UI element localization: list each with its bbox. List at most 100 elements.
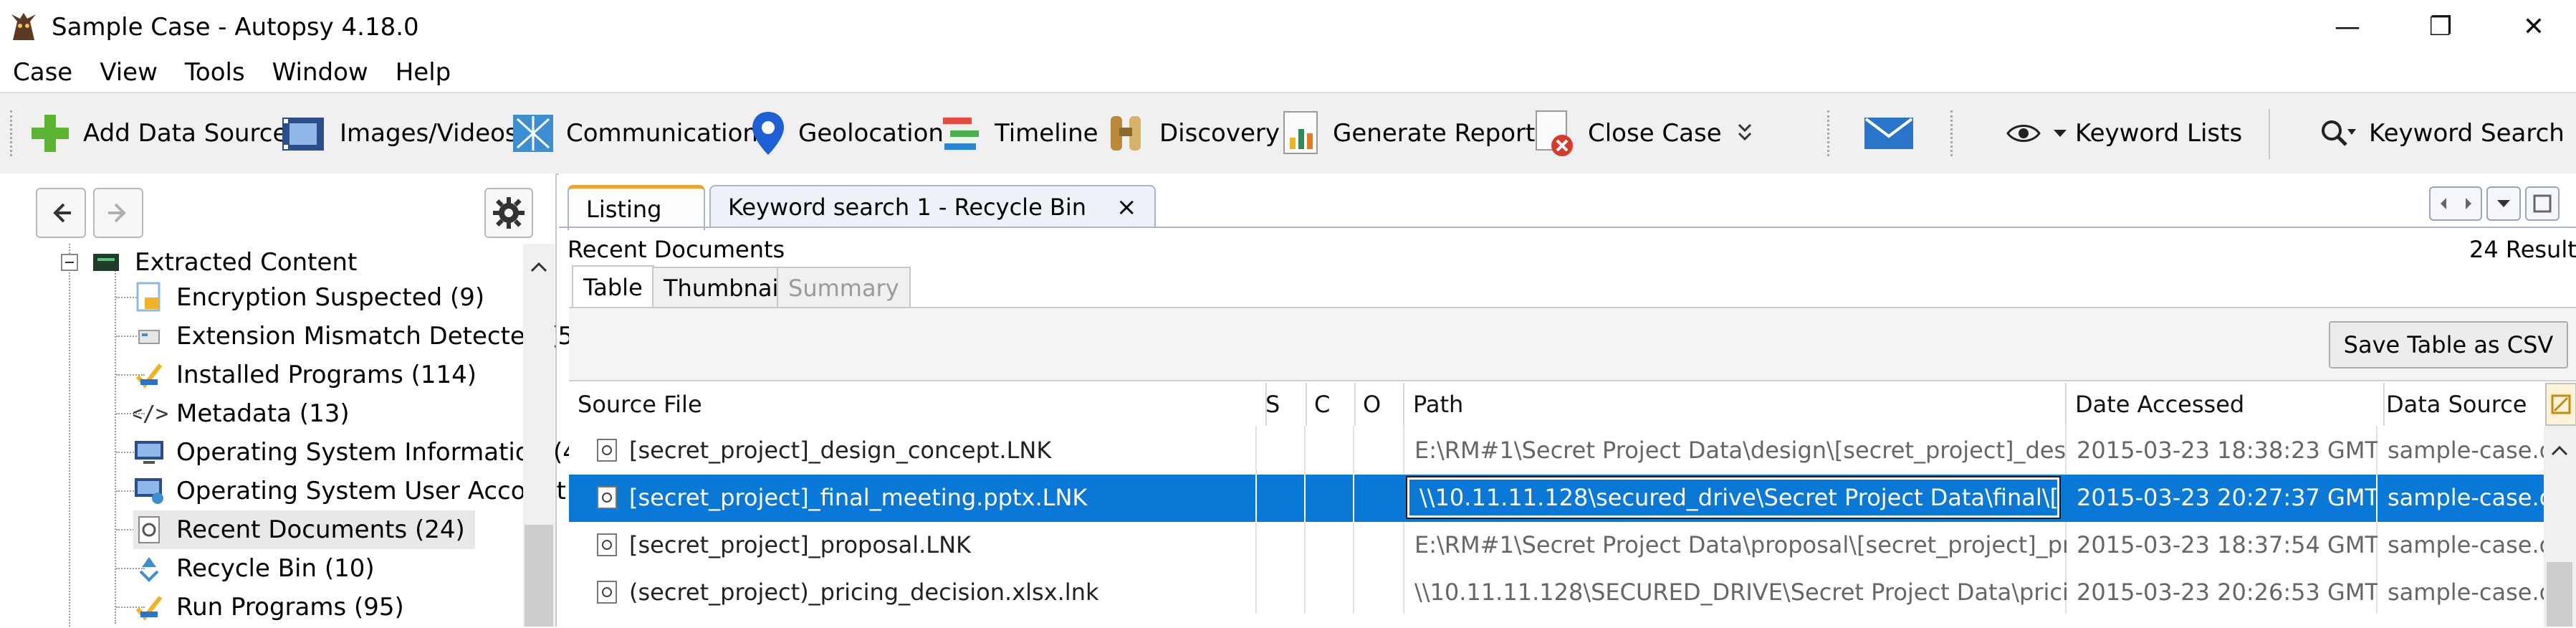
discovery-button[interactable]: Discovery [1103, 105, 1280, 162]
table-cell-source[interactable]: [secret_project]_proposal.LNK [586, 522, 1263, 568]
metadata-icon: </> [133, 401, 169, 427]
column-header-o[interactable]: O [1354, 383, 1404, 426]
table-cell-source[interactable]: (secret_project)_pricing_decision.xlsx.l… [586, 569, 1263, 615]
title-bar: Sample Case - Autopsy 4.18.0 — ❐ ✕ [0, 0, 2576, 53]
table-scrollbar[interactable] [2544, 426, 2576, 627]
table-cell-data-source[interactable]: sample-case.dd [2378, 427, 2548, 473]
menu-window[interactable]: Window [258, 54, 381, 91]
table-cell-date[interactable]: 2015-03-23 20:27:37 GMT [2067, 475, 2378, 520]
more-chevron-icon[interactable] [1735, 120, 1755, 146]
minimize-button[interactable]: — [2304, 0, 2390, 53]
main-toolbar: Add Data Source Images/Videos Communicat… [0, 92, 2576, 175]
table-cell-path[interactable]: \\10.11.11.128\SECURED_DRIVE\Secret Proj… [1404, 569, 2067, 615]
subtab-thumbnail[interactable]: Thumbnail [652, 267, 797, 308]
settings-button[interactable] [484, 188, 533, 238]
menu-case[interactable]: Case [0, 54, 85, 91]
tree-item-recycle-bin[interactable]: Recycle Bin (10) [133, 549, 375, 588]
tree-scrollbar[interactable] [523, 244, 555, 627]
column-header-data-source[interactable]: Data Source [2378, 383, 2542, 426]
window-title: Sample Case - Autopsy 4.18.0 [52, 13, 419, 42]
menu-view[interactable]: View [85, 54, 171, 91]
tab-list-dropdown[interactable] [2486, 186, 2521, 221]
table-cell-date[interactable]: 2015-03-23 18:37:54 GMT [2067, 522, 2378, 568]
close-tab-icon[interactable]: × [1116, 193, 1137, 222]
column-header-s[interactable]: S [1257, 383, 1307, 426]
result-count: 24 Results [2469, 236, 2576, 263]
geolocation-button[interactable]: Geolocation [748, 105, 944, 162]
add-data-source-label: Add Data Source [83, 119, 288, 148]
subtab-table[interactable]: Table [572, 265, 654, 308]
tree-item-label: Recent Documents (24) [176, 515, 465, 544]
table-cell-data-source[interactable]: sample-case.dd [2378, 522, 2548, 568]
add-data-source-button[interactable]: Add Data Source [27, 105, 287, 162]
selected-divider [1304, 475, 1306, 522]
column-chooser-button[interactable] [2545, 383, 2576, 426]
restore-button[interactable]: ❐ [2398, 0, 2484, 53]
save-table-csv-button[interactable]: Save Table as CSV [2329, 321, 2568, 368]
table-cell-path[interactable]: E:\RM#1\Secret Project Data\proposal\[se… [1404, 522, 2067, 568]
tree-item-os-information[interactable]: Operating System Information (4 [133, 433, 578, 472]
table-cell-data-source[interactable]: sample-case.dd [2378, 569, 2548, 615]
subtab-summary[interactable]: Summary [777, 267, 911, 308]
tree-item-os-user-account[interactable]: Operating System User Account [133, 472, 566, 510]
column-header-source-file[interactable]: Source File [569, 383, 1267, 426]
tree-item-label: Extension Mismatch Detected (5 [176, 322, 574, 351]
os-user-icon [133, 475, 165, 507]
table-cell-data-source[interactable]: sample-case.dd [2378, 475, 2548, 520]
tree-item-extracted-content[interactable]: Extracted Content [60, 247, 357, 278]
table-cell-source[interactable]: [secret_project]_design_concept.LNK [586, 427, 1263, 473]
images-videos-button[interactable]: Images/Videos [279, 105, 518, 162]
table-cell-path-focused[interactable]: \\10.11.11.128\secured_drive\Secret Proj… [1406, 476, 2061, 519]
table-scroll-thumb[interactable] [2547, 562, 2572, 627]
timeline-button[interactable]: Timeline [939, 105, 1098, 162]
keyword-search-button[interactable]: Keyword Search [2319, 105, 2565, 162]
os-info-icon [133, 437, 165, 468]
eye-icon [2006, 125, 2041, 142]
keyword-search-label: Keyword Search [2369, 119, 2565, 148]
generate-report-button[interactable]: Generate Report [1280, 105, 1535, 162]
back-button[interactable] [36, 188, 86, 238]
communications-button[interactable]: Communications [510, 105, 771, 162]
column-header-c[interactable]: C [1306, 383, 1356, 426]
close-case-button[interactable]: Close Case [1532, 105, 1755, 162]
menu-tools[interactable]: Tools [171, 54, 258, 91]
tab-keyword-search[interactable]: Keyword search 1 - Recycle Bin × [709, 185, 1156, 228]
table-cell-source[interactable]: [secret_project]_final_meeting.pptx.LNK [586, 475, 1263, 520]
tree-item-metadata[interactable]: </> Metadata (13) [133, 394, 350, 433]
table-cell-path[interactable]: E:\RM#1\Secret Project Data\design\[secr… [1404, 427, 2067, 473]
tree-item-run-programs[interactable]: Run Programs (95) [133, 588, 404, 627]
column-header-date-accessed[interactable]: Date Accessed [2067, 383, 2385, 426]
programs-icon [133, 359, 165, 391]
collapse-toggle-icon[interactable] [60, 253, 79, 272]
close-window-button[interactable]: ✕ [2491, 0, 2576, 53]
tab-scroll-controls[interactable] [2429, 186, 2482, 221]
keyword-lists-button[interactable]: Keyword Lists [2005, 105, 2242, 162]
tree-item-extension-mismatch[interactable]: Extension Mismatch Detected (5 [133, 317, 573, 356]
tree-item-encryption-suspected[interactable]: Encryption Suspected (9) [133, 278, 484, 317]
column-header-path[interactable]: Path [1404, 383, 2067, 426]
add-plus-icon [32, 115, 69, 152]
forward-button[interactable] [93, 188, 143, 238]
messages-button[interactable] [1862, 105, 1926, 162]
table-cell-date[interactable]: 2015-03-23 18:38:23 GMT [2067, 427, 2378, 473]
run-programs-icon [133, 591, 165, 623]
keyword-lists-label: Keyword Lists [2075, 119, 2243, 148]
source-file-name: [secret_project]_proposal.LNK [629, 531, 971, 558]
table-scroll-up-icon[interactable] [2544, 440, 2575, 462]
tree-item-label: Encryption Suspected (9) [176, 283, 485, 312]
menu-help[interactable]: Help [381, 54, 464, 91]
lnk-file-icon [597, 439, 617, 462]
tab-scroll-right-icon[interactable] [2463, 196, 2474, 211]
tree-item-installed-programs[interactable]: Installed Programs (114) [133, 356, 477, 394]
tab-listing[interactable]: Listing [568, 185, 705, 230]
tree-scroll-thumb[interactable] [525, 525, 553, 627]
selected-divider [1255, 475, 1257, 522]
table-cell-date[interactable]: 2015-03-23 20:26:53 GMT [2067, 569, 2378, 615]
toolbar-grip [10, 110, 12, 156]
maximize-panel-button[interactable] [2525, 186, 2560, 221]
mismatch-icon [133, 320, 165, 352]
tree-item-recent-documents[interactable]: Recent Documents (24) [133, 510, 475, 549]
tree-item-label: Installed Programs (114) [176, 361, 477, 389]
tab-scroll-left-icon[interactable] [2438, 196, 2449, 211]
scroll-up-icon[interactable] [523, 257, 555, 278]
